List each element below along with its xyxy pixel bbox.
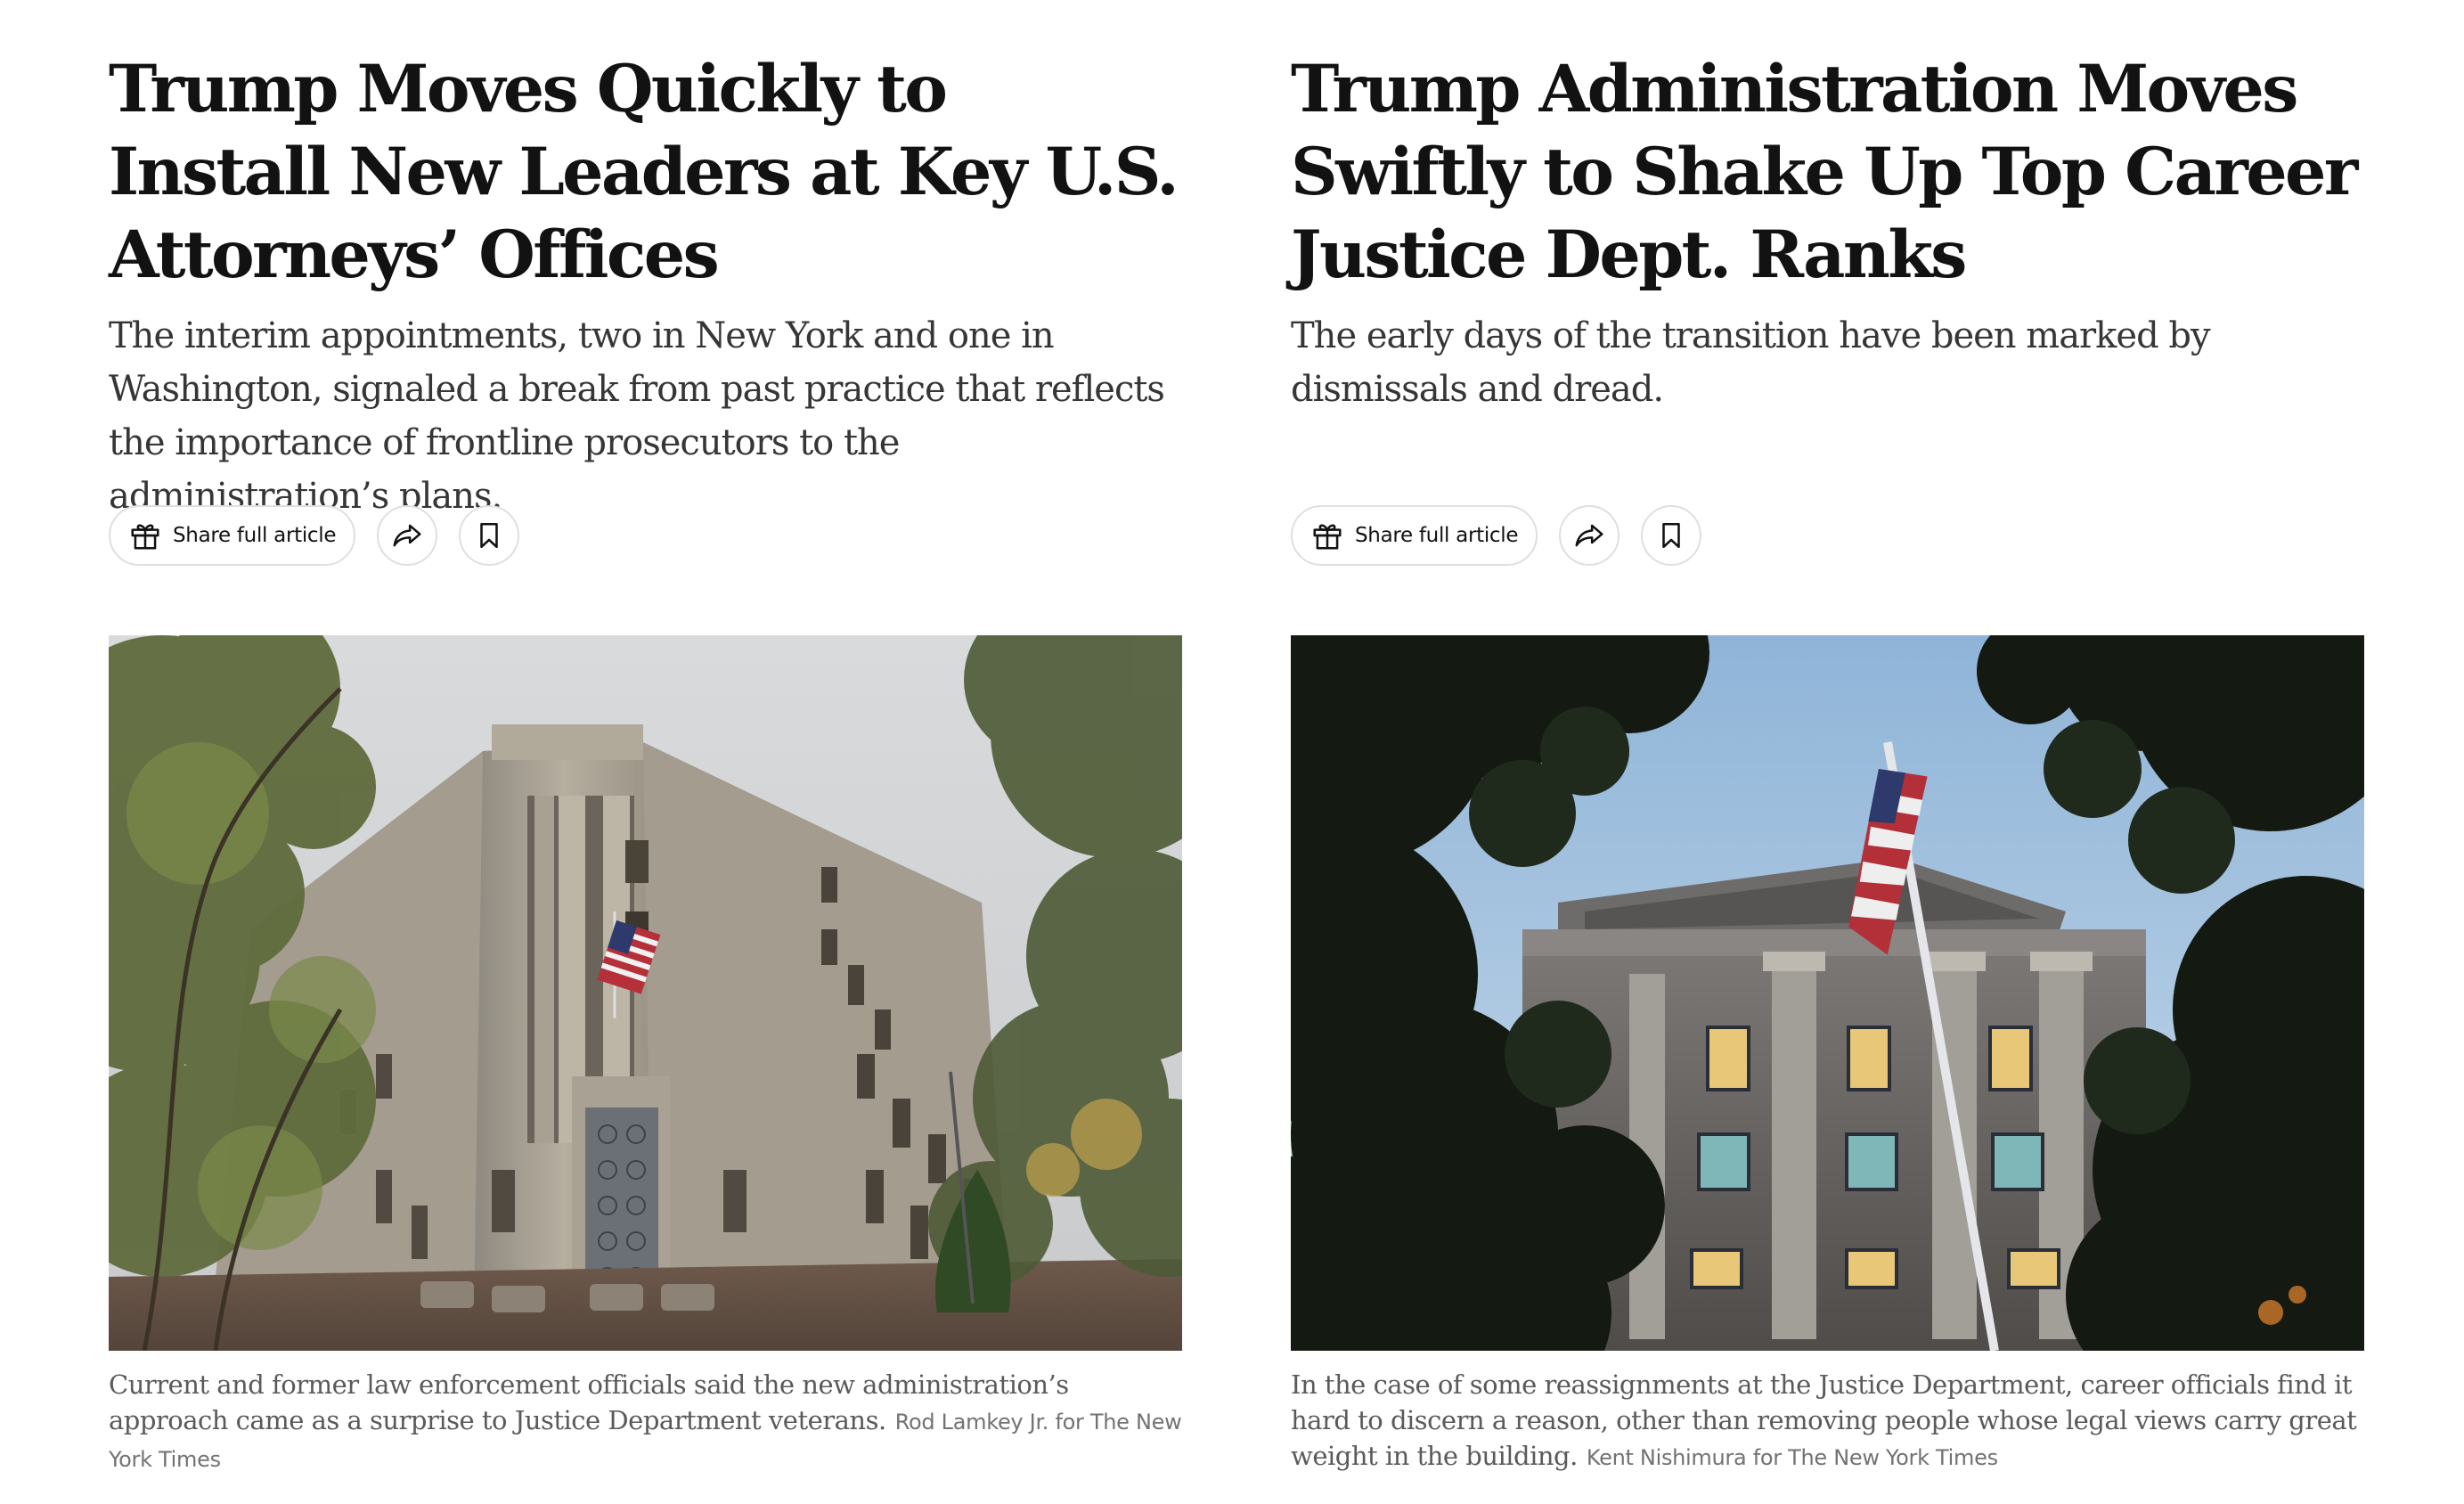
share-button-label: Share full article	[173, 524, 337, 547]
share-button-label: Share full article	[1355, 524, 1519, 547]
share-full-article-button[interactable]: Share full article	[1291, 505, 1538, 566]
share-button[interactable]	[1559, 505, 1620, 566]
summary: The early days of the transition have be…	[1291, 315, 2211, 410]
gift-icon	[128, 519, 162, 552]
save-bookmark-button[interactable]	[459, 505, 520, 566]
article-photo-justice-department-day[interactable]	[109, 635, 1182, 1351]
photo-caption: Current and former law enforcement offic…	[109, 1367, 1182, 1477]
save-bookmark-button[interactable]	[1641, 505, 1702, 566]
gift-icon	[1310, 519, 1344, 552]
article-left: Trump Moves Quickly to Install New Leade…	[109, 48, 1182, 1472]
share-button[interactable]	[377, 505, 438, 566]
bookmark-icon	[474, 520, 504, 551]
share-arrow-icon	[1572, 519, 1606, 552]
headline[interactable]: Trump Administration Moves Swiftly to Sh…	[1291, 48, 2364, 297]
bookmark-icon	[1656, 520, 1686, 551]
photo-caption: In the case of some reassignments at the…	[1291, 1367, 2364, 1475]
article-actions: Share full article	[109, 505, 520, 566]
share-arrow-icon	[390, 519, 424, 552]
share-full-article-button[interactable]: Share full article	[109, 505, 356, 566]
article-photo-justice-department-dusk[interactable]	[1291, 635, 2364, 1351]
headline[interactable]: Trump Moves Quickly to Install New Leade…	[109, 48, 1182, 297]
article-actions: Share full article	[1291, 505, 1702, 566]
summary: The interim appointments, two in New Yor…	[109, 315, 1165, 517]
article-right: Trump Administration Moves Swiftly to Sh…	[1291, 48, 2364, 1471]
photo-credit: Kent Nishimura for The New York Times	[1586, 1445, 1998, 1470]
